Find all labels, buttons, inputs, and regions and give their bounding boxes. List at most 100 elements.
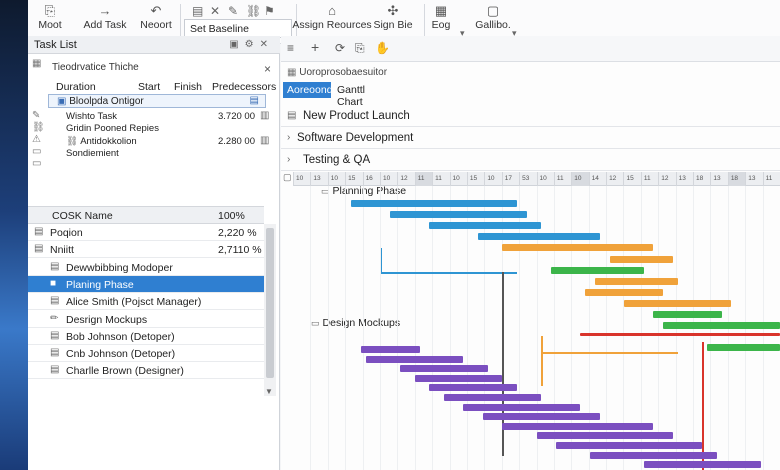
close-icon[interactable]: ✕ — [210, 4, 220, 18]
gantt-bar[interactable] — [351, 200, 518, 207]
close-icon[interactable]: × — [264, 62, 271, 76]
task-row[interactable]: ▤ Nniitt 2,7110 % — [28, 241, 264, 259]
gridline — [345, 186, 347, 470]
task-name-column[interactable]: COSK Name — [52, 210, 113, 222]
timescale-tick: 11 — [414, 172, 433, 186]
task-row[interactable]: ▤ Charlle Brown (Designer) — [28, 362, 264, 380]
gantt-bar[interactable] — [706, 344, 780, 352]
gantt-bar[interactable] — [643, 461, 761, 469]
gantt-bar[interactable] — [624, 299, 732, 307]
task-row[interactable]: ■ Planing Phase — [28, 275, 264, 293]
task-row[interactable]: ▤ Poqion 2,220 % — [28, 224, 264, 241]
timescale-tick: 13 — [710, 172, 727, 186]
gantt-bar[interactable] — [551, 266, 644, 274]
gantt-bar[interactable] — [366, 355, 464, 363]
project-app-window: ⎘ Moot → Add Task ↶ Neoort ▤ ✕ ✎ ⛓ ⚑ Set… — [28, 0, 780, 470]
link-icon: ⛓ — [66, 136, 79, 147]
hand-icon[interactable]: ✋ — [375, 41, 390, 55]
property-row[interactable]: ⛓ Antidokkolion — [66, 136, 137, 147]
timescale-tick: 10 — [571, 172, 589, 186]
timescale-tick: 13 — [675, 172, 693, 186]
gantt-bar[interactable] — [478, 233, 600, 241]
task-row[interactable]: ▤ Cnb Johnson (Detoper) — [28, 345, 264, 363]
chevron-right-icon: › — [287, 154, 291, 165]
critical-path-connector — [702, 342, 704, 470]
vertical-scrollbar[interactable]: ▼ — [264, 224, 276, 396]
gantt-bar[interactable] — [590, 451, 717, 459]
gridline — [310, 186, 312, 470]
flag-icon[interactable]: ⚑ — [264, 4, 275, 18]
predecessors-column[interactable]: Predecessors — [212, 81, 276, 93]
gantt-chart-area[interactable]: ▭ Planning Phase ▭ Design Mockups — [293, 185, 780, 470]
selected-property[interactable]: ▣ Bloolpda Ontigor ▤ — [48, 94, 266, 108]
gantt-bar[interactable] — [555, 442, 703, 449]
pane-tools-icon[interactable]: ▣⚙✕ — [229, 39, 274, 50]
attach-icon[interactable]: ⎘ — [355, 41, 365, 56]
gridline — [397, 186, 399, 470]
pencil-icon: ✎ — [32, 110, 41, 121]
gantt-bar[interactable] — [361, 346, 420, 353]
copy-icon: ▭ — [32, 158, 42, 169]
section-row[interactable]: ▤ New Product Launch — [281, 105, 780, 127]
gantt-bar[interactable] — [502, 244, 654, 252]
timescale-tick: 18 — [693, 172, 710, 186]
gantt-bar[interactable] — [400, 365, 488, 373]
edit-icon[interactable]: ▤ — [250, 95, 259, 106]
property-row[interactable]: Sondiemient — [66, 148, 119, 159]
gantt-bar[interactable] — [482, 413, 600, 421]
gantt-bar[interactable] — [429, 222, 542, 230]
delete-icon[interactable]: ▥ — [260, 135, 269, 146]
timescale-tick: 53 — [519, 172, 536, 186]
gantt-toolbar: ≡ + ⟳ ⎘ ✋ — [281, 36, 780, 62]
grid-icon[interactable]: ▦ — [32, 58, 41, 69]
timescale-tick: 10 — [327, 172, 345, 186]
refresh-icon[interactable]: ⟳ — [335, 41, 345, 55]
arrow-right-icon: → — [98, 3, 112, 18]
timescale-tick: 15 — [345, 172, 362, 186]
plus-icon[interactable]: + — [311, 39, 319, 55]
document-icon: ■ — [50, 277, 57, 289]
property-row[interactable]: Wishto Task — [66, 111, 117, 122]
sparkle-icon: ✣ — [387, 3, 399, 18]
section-row[interactable]: › Testing & QA — [281, 149, 780, 171]
gantt-bar[interactable] — [414, 374, 503, 382]
gantt-bar[interactable] — [429, 384, 518, 392]
task-percent: 2,220 % — [218, 227, 257, 239]
start-column[interactable]: Start — [138, 81, 160, 93]
task-row[interactable]: ✏ Desrign Mockups — [28, 311, 264, 328]
link-icon[interactable]: ⛓ — [246, 4, 261, 18]
finish-column[interactable]: Finish — [174, 81, 202, 93]
pen-icon[interactable]: ✎ — [228, 4, 238, 18]
scroll-down-icon[interactable]: ▼ — [265, 387, 273, 396]
timescale-tick: 11 — [762, 172, 780, 186]
task-row[interactable]: ▤ Bob Johnson (Detoper) — [28, 328, 264, 345]
gantt-bar[interactable] — [594, 277, 678, 285]
percent-column[interactable]: 100% — [218, 210, 245, 222]
gantt-bar[interactable] — [663, 322, 780, 330]
task-name: Charlle Brown (Designer) — [66, 365, 184, 378]
task-row[interactable]: ▤ Dewwbibbing Modoper — [28, 259, 264, 276]
scrollbar-thumb[interactable] — [266, 228, 274, 378]
task-row[interactable]: ▤ Alice Smith (Pojsct Manager) — [28, 293, 264, 311]
gantt-bar[interactable] — [443, 394, 542, 401]
delete-icon[interactable]: ▥ — [260, 110, 269, 121]
tab-gantt-chart[interactable]: Ganttl Chart — [333, 82, 393, 108]
gantt-bar[interactable] — [463, 403, 581, 411]
tab-resources[interactable]: Aoreoonde — [283, 82, 338, 98]
gantt-bar[interactable] — [536, 432, 673, 440]
property-row[interactable]: Gridin Pooned Repies — [66, 123, 159, 134]
duration-column[interactable]: Duration — [56, 81, 96, 93]
gantt-bar[interactable] — [609, 255, 673, 263]
checkbox-icon[interactable]: ▢ — [283, 172, 292, 183]
gantt-bar[interactable] — [502, 422, 654, 430]
gantt-bar[interactable] — [580, 333, 780, 337]
task-percent: 2,7110 % — [218, 244, 262, 257]
timescale-tick: 11 — [432, 172, 449, 186]
menu-icon[interactable]: ≡ — [287, 41, 294, 55]
section-row[interactable]: › Software Development — [281, 127, 780, 149]
document-icon[interactable]: ▤ — [192, 4, 203, 18]
gantt-bar[interactable] — [653, 311, 722, 318]
gantt-bar[interactable] — [390, 211, 527, 219]
gantt-bar[interactable] — [585, 288, 664, 296]
design-mockups-label: ▭ Design Mockups — [311, 317, 401, 329]
